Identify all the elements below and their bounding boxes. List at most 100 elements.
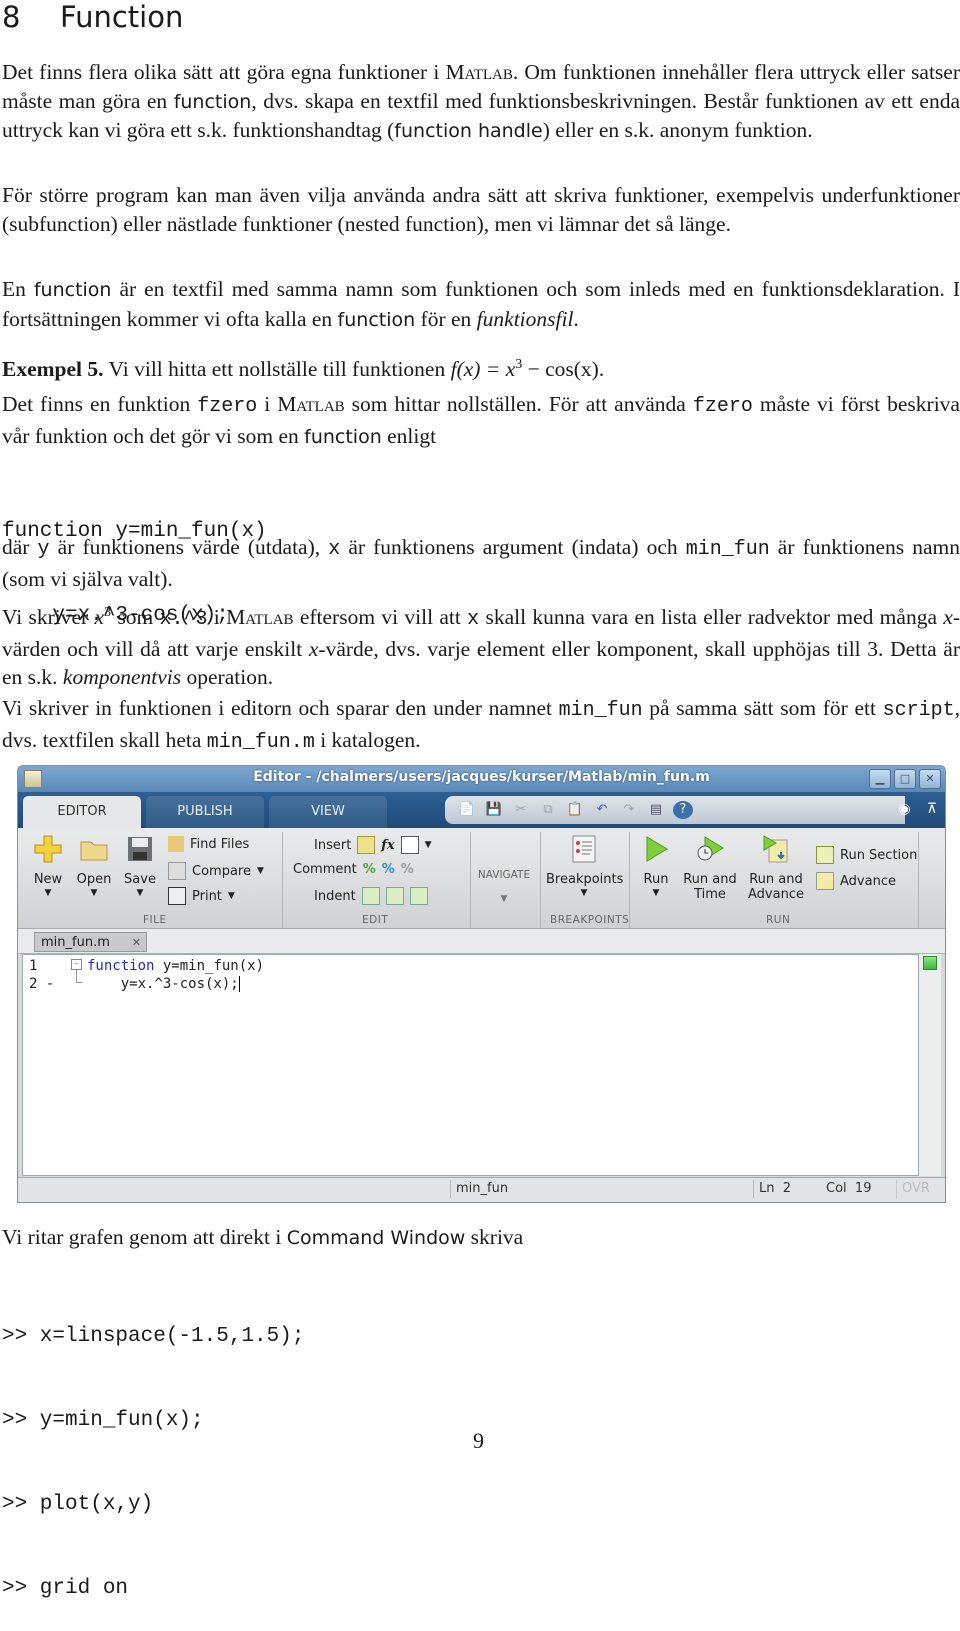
paragraph-fzero: Det finns en funktion fzero i Matlab som…	[2, 392, 960, 448]
editor-code-line: y=x.^3-cos(x);	[87, 976, 240, 992]
breakpoints-icon	[569, 834, 599, 864]
save-button[interactable]: Save ▼	[120, 834, 160, 899]
run-time-icon	[695, 834, 725, 864]
find-files-icon	[168, 836, 184, 852]
section-heading: Function	[60, 0, 184, 34]
navigate-button[interactable]: NAVIGATE ▼	[474, 868, 534, 905]
maximize-button[interactable]: □	[894, 769, 916, 789]
title-bar: Editor - /chalmers/users/jacques/kurser/…	[18, 766, 945, 792]
compare-icon	[168, 862, 186, 880]
folder-icon	[79, 834, 109, 864]
example-statement: Exempel 5. Vi vill hitta ett nollställe …	[2, 357, 605, 382]
open-button[interactable]: Open ▼	[74, 834, 114, 899]
group-label-file: FILE	[143, 914, 167, 926]
new-file-icon[interactable]: 📄	[457, 801, 477, 819]
paragraph-explanation: där y är funktionens värde (utdata), x ä…	[2, 535, 960, 591]
collapse-ribbon-icon[interactable]: ⊼	[927, 801, 937, 817]
command-line: >> plot(x,y)	[2, 1493, 154, 1516]
function-term: function	[173, 90, 252, 113]
minimize-button[interactable]: ▁	[869, 769, 891, 789]
paragraph-function-file: En function är en textfil med samma namn…	[2, 277, 960, 331]
page-number: 9	[473, 1428, 484, 1453]
advance-button[interactable]: Advance	[816, 872, 896, 890]
close-tab-icon[interactable]: ✕	[132, 933, 141, 953]
paragraph-command-window: Vi ritar grafen genom att direkt i Comma…	[2, 1225, 524, 1249]
decrease-indent-icon[interactable]	[409, 887, 428, 905]
fx-icon[interactable]: fx	[381, 838, 394, 853]
tab-editor[interactable]: EDITOR	[23, 796, 141, 829]
run-and-time-button[interactable]: Run and Time	[680, 834, 740, 902]
command-line: >> x=linspace(-1.5,1.5);	[2, 1325, 305, 1348]
increase-indent-icon[interactable]	[385, 887, 404, 905]
run-section-button[interactable]: Run Section	[816, 846, 917, 864]
compare-button[interactable]: Compare ▼	[168, 862, 264, 880]
vertical-scrollbar[interactable]	[919, 954, 941, 1176]
run-and-advance-button[interactable]: Run and Advance	[746, 834, 806, 902]
new-button[interactable]: New ▼	[28, 834, 68, 899]
text-cursor	[238, 976, 240, 992]
code-analyzer-ok-icon[interactable]	[923, 956, 937, 970]
code-editor[interactable]: 1 2 - – function y=min_fun(x) y=x.^3-cos…	[22, 954, 919, 1176]
copy-icon[interactable]: ⧉	[538, 801, 558, 819]
paragraph-save: Vi skriver in funktionen i editorn och s…	[2, 696, 960, 754]
run-section-icon	[816, 846, 834, 864]
paragraph-componentwise: Vi skriver x3 som x.^3 i Matlab eftersom…	[2, 605, 960, 690]
fold-toggle-icon[interactable]: –	[71, 959, 82, 970]
indent-button[interactable]: Indent	[314, 887, 428, 905]
tab-publish[interactable]: PUBLISH	[146, 796, 264, 828]
paragraph-subfunctions: För större program kan man även vilja an…	[2, 183, 960, 236]
function-handle-term: function handle	[394, 120, 543, 142]
status-line: Ln 2	[753, 1180, 791, 1198]
command-line: >> y=min_fun(x);	[2, 1409, 204, 1432]
ribbon: New ▼ Open ▼ Save ▼ Find Files Compare ▼ Pri…	[18, 828, 945, 929]
run-button[interactable]: Run ▼	[638, 834, 674, 899]
document-tabs: min_fun.m ✕	[18, 929, 945, 954]
run-play-icon	[641, 834, 671, 864]
paste-icon[interactable]: 📋	[565, 801, 585, 819]
example-label: Exempel 5.	[2, 357, 104, 382]
line-number-gutter: 1 2 -	[23, 955, 65, 1175]
comment-icon[interactable]: %	[363, 862, 376, 877]
close-button[interactable]: ✕	[919, 769, 941, 789]
editor-code-line: function y=min_fun(x)	[87, 958, 265, 974]
uncomment-icon[interactable]: %	[382, 862, 395, 877]
cut-icon[interactable]: ✂	[511, 801, 531, 819]
matlab-name: Matlab	[445, 60, 513, 84]
insert-block-icon[interactable]	[400, 836, 419, 854]
code-block-commands: >> x=linspace(-1.5,1.5); >> y=min_fun(x)…	[2, 1267, 304, 1631]
undo-icon[interactable]: ↶	[592, 801, 612, 819]
window-title: Editor - /chalmers/users/jacques/kurser/…	[253, 769, 710, 785]
new-plus-icon	[33, 834, 63, 864]
matlab-editor-window: Editor - /chalmers/users/jacques/kurser/…	[17, 765, 946, 1203]
breakpoints-button[interactable]: Breakpoints ▼	[546, 834, 623, 899]
switch-windows-icon[interactable]: ▤	[646, 801, 666, 819]
quick-access-toolbar: 📄 💾 ✂ ⧉ 📋 ↶ ↷ ▤ ?	[445, 796, 905, 824]
redo-icon[interactable]: ↷	[619, 801, 639, 819]
status-overwrite: OVR	[896, 1180, 930, 1198]
find-files-button[interactable]: Find Files	[168, 836, 249, 852]
insert-button[interactable]: Insert fx ▼	[314, 836, 432, 854]
group-label-run: RUN	[766, 914, 791, 926]
line-number: 2 -	[29, 976, 55, 992]
tab-view[interactable]: VIEW	[269, 796, 387, 828]
line-number: 1	[29, 958, 38, 974]
section-title: 8 Function	[2, 0, 183, 34]
group-label-breakpoints: BREAKPOINTS	[550, 914, 630, 926]
floppy-icon	[125, 834, 155, 864]
wrap-comments-icon[interactable]: %	[401, 862, 414, 877]
doc-tab-min-fun[interactable]: min_fun.m ✕	[34, 932, 147, 952]
command-line: >> grid on	[2, 1577, 129, 1600]
print-button[interactable]: Print ▼	[168, 887, 235, 905]
paragraph-intro: Det finns flera olika sätt att göra egna…	[2, 60, 960, 142]
advance-icon	[816, 872, 834, 890]
formula: f(x) = x3	[450, 357, 523, 382]
options-icon[interactable]: ◉	[899, 801, 911, 817]
run-advance-icon	[761, 834, 791, 864]
smart-indent-icon[interactable]	[361, 887, 380, 905]
section-number: 8	[2, 0, 21, 34]
help-icon[interactable]: ?	[673, 801, 693, 819]
insert-section-icon[interactable]	[357, 836, 376, 854]
comment-button[interactable]: Comment%%%	[293, 862, 414, 877]
status-function-name: min_fun	[450, 1180, 756, 1198]
save-icon[interactable]: 💾	[484, 801, 504, 819]
